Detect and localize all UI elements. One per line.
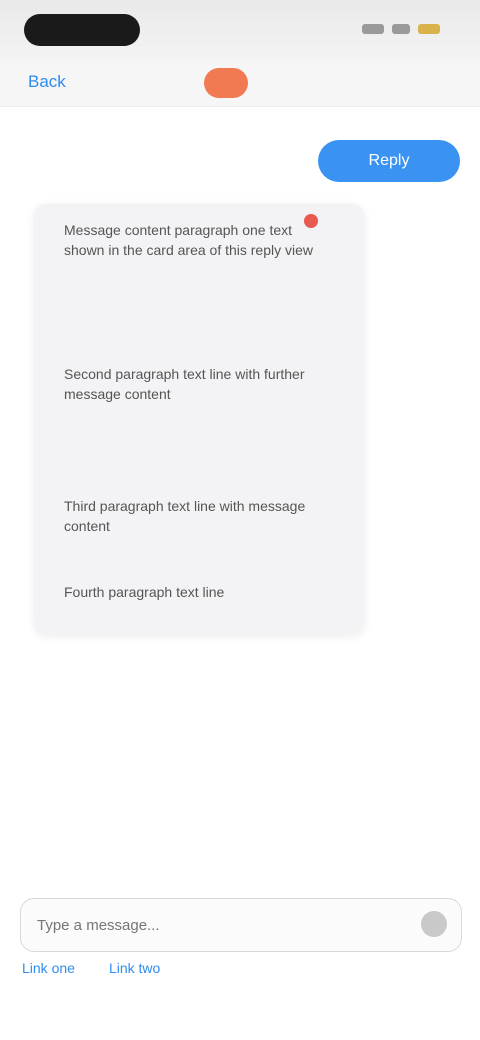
message-input[interactable] — [35, 899, 409, 951]
message-paragraph: Second paragraph text line with further … — [64, 366, 305, 402]
dynamic-island — [24, 14, 140, 46]
bottom-links: Link one Link two — [22, 960, 160, 976]
wifi-icon — [392, 24, 410, 34]
send-icon[interactable] — [421, 911, 447, 937]
status-bar — [0, 0, 480, 62]
nav-bar: Back — [0, 62, 480, 107]
notification-badge[interactable] — [204, 68, 248, 98]
message-paragraph: Fourth paragraph text line — [64, 584, 225, 600]
bottom-link[interactable]: Link two — [109, 960, 160, 976]
signal-icon — [362, 24, 384, 34]
message-paragraph: Message content paragraph one text shown… — [64, 222, 314, 258]
message-card: Message content paragraph one text shown… — [34, 204, 364, 634]
back-link[interactable]: Back — [28, 72, 66, 92]
message-paragraph: Third paragraph text line with message c… — [64, 498, 306, 534]
battery-icon — [418, 24, 440, 34]
reply-button[interactable]: Reply — [318, 140, 460, 182]
bottom-link[interactable]: Link one — [22, 960, 75, 976]
message-composer — [20, 898, 462, 952]
status-icons — [362, 24, 440, 34]
